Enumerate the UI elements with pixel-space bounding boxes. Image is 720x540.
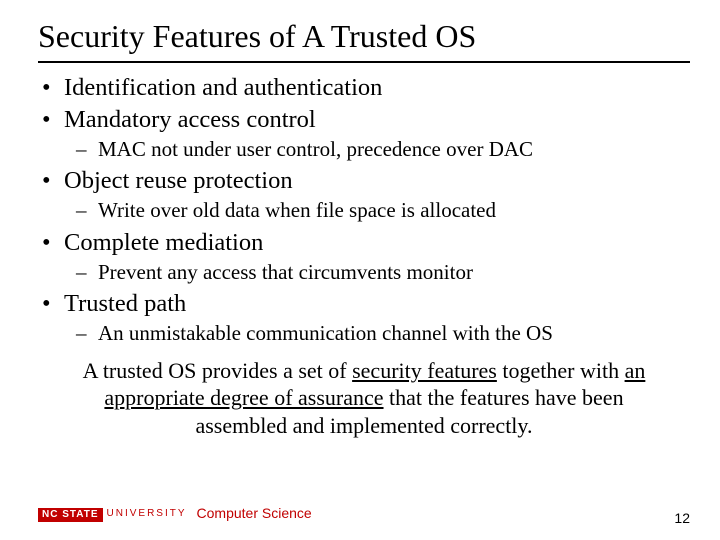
footer: NC STATEUNIVERSITY Computer Science 12: [38, 504, 690, 526]
ncsu-logo: NC STATEUNIVERSITY: [38, 504, 187, 522]
slide-content: Identification and authentication Mandat…: [38, 73, 690, 439]
bullet-trusted-path: Trusted path: [38, 289, 690, 319]
summary-underline-1: security features: [352, 358, 497, 383]
subbullet-trusted-path-note: An unmistakable communication channel wi…: [38, 321, 690, 347]
slide: Security Features of A Trusted OS Identi…: [0, 0, 720, 540]
logo-university-text: UNIVERSITY: [103, 508, 187, 519]
logo-brand-text: NC STATE: [38, 508, 103, 522]
bullet-identification: Identification and authentication: [38, 73, 690, 103]
summary-part-2: together with: [497, 358, 625, 383]
department-label: Computer Science: [197, 505, 312, 521]
summary-text: A trusted OS provides a set of security …: [66, 357, 662, 440]
subbullet-object-reuse-note: Write over old data when file space is a…: [38, 198, 690, 224]
subbullet-mac-note: MAC not under user control, precedence o…: [38, 137, 690, 163]
slide-title: Security Features of A Trusted OS: [38, 18, 690, 55]
subbullet-mediation-note: Prevent any access that circumvents moni…: [38, 260, 690, 286]
bullet-mac: Mandatory access control: [38, 105, 690, 135]
summary-part-1: A trusted OS provides a set of: [83, 358, 352, 383]
bullet-object-reuse: Object reuse protection: [38, 166, 690, 196]
title-rule: [38, 61, 690, 63]
page-number: 12: [674, 510, 690, 526]
bullet-complete-mediation: Complete mediation: [38, 228, 690, 258]
